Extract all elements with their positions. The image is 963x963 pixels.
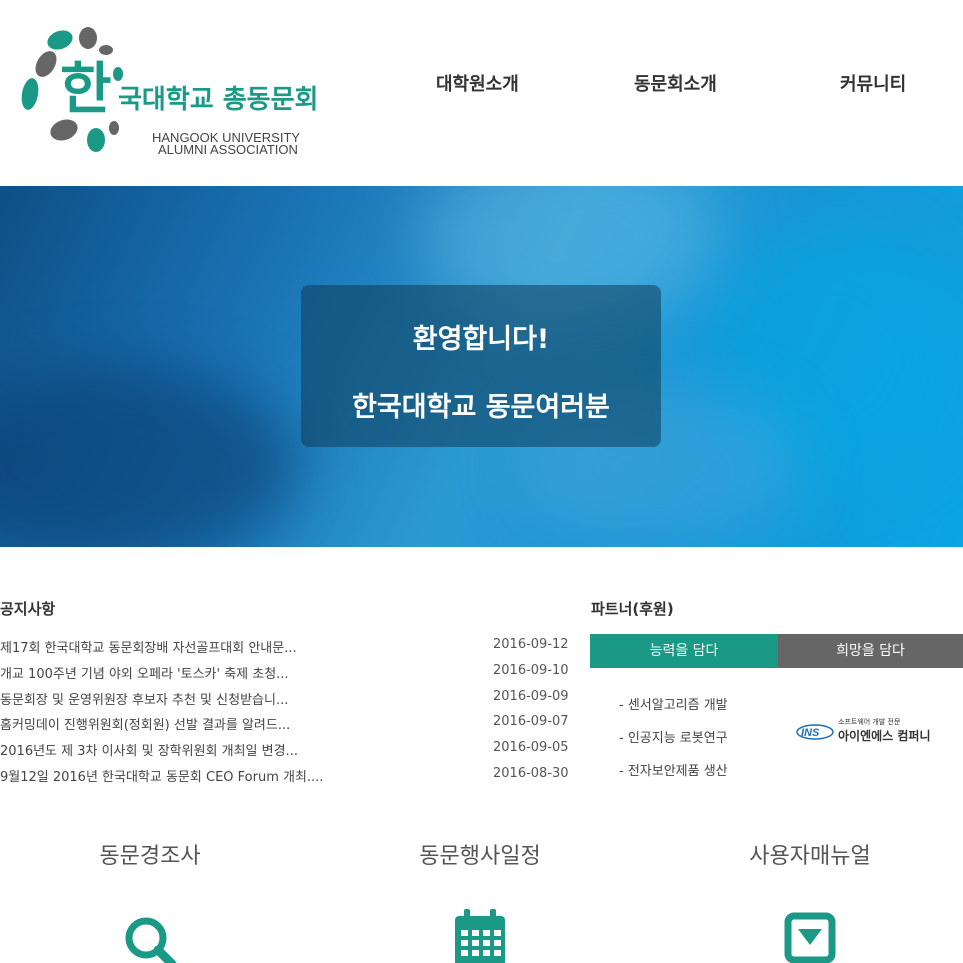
hero-message-card: 환영합니다! 한국대학교 동문여러분 bbox=[301, 285, 661, 447]
notice-item-title[interactable]: 홈커밍데이 진행위원회(정회원) 선발 결과를 알려드... bbox=[0, 714, 360, 733]
notice-item[interactable]: 9월12일 2016년 한국대학교 동문회 CEO Forum 개최.... 2… bbox=[0, 762, 575, 788]
download-icon[interactable] bbox=[784, 912, 836, 963]
notice-item[interactable]: 개교 100주년 기념 야외 오페라 '토스카' 축제 초청... 2016-0… bbox=[0, 659, 575, 685]
hero-welcome-text: 환영합니다! bbox=[412, 324, 550, 355]
partner-title: 파트너(후원) bbox=[591, 600, 674, 618]
notice-item-title[interactable]: 동문회장 및 운영위원장 후보자 추천 및 신청받습니... bbox=[0, 689, 360, 708]
ins-badge-text: INS bbox=[801, 727, 820, 739]
notice-item-date: 2016-09-09 bbox=[493, 688, 569, 704]
tab-ability[interactable]: 능력을 담다 bbox=[590, 634, 778, 668]
partner-tabs: 능력을 담다 희망을 담다 bbox=[590, 634, 963, 668]
ins-badge-icon: INS bbox=[796, 724, 834, 740]
notice-item-title[interactable]: 개교 100주년 기념 야외 오페라 '토스카' 축제 초청... bbox=[0, 663, 360, 682]
notice-item[interactable]: 2016년도 제 3차 이사회 및 장학위원회 개최일 변경... 2016-0… bbox=[0, 736, 575, 762]
partner-list: - 센서알고리즘 개발 - 인공지능 로봇연구 - 전자보안제품 생산 bbox=[619, 694, 728, 793]
tab-hope[interactable]: 희망을 담다 bbox=[778, 634, 963, 668]
notice-list: 제17회 한국대학교 동문회장배 자선골프대회 안내문... 2016-09-1… bbox=[0, 633, 575, 788]
quick-link-condolences[interactable]: 동문경조사 bbox=[30, 838, 270, 870]
notice-item-title[interactable]: 제17회 한국대학교 동문회장배 자선골프대회 안내문... bbox=[0, 637, 360, 656]
hero-alumni-text: 한국대학교 동문여러분 bbox=[352, 392, 610, 423]
logo-english-line2: ALUMNI ASSOCIATION bbox=[158, 142, 298, 157]
partner-list-item: - 센서알고리즘 개발 bbox=[619, 698, 728, 713]
notice-item-date: 2016-09-07 bbox=[493, 714, 569, 730]
main-nav: 대학원소개 동문회소개 커뮤니티 bbox=[0, 70, 963, 104]
notice-item-date: 2016-08-30 bbox=[493, 765, 569, 781]
notice-item-date: 2016-09-05 bbox=[493, 740, 569, 756]
partner-list-item: - 전자보안제품 생산 bbox=[619, 764, 728, 779]
quick-link-user-manual[interactable]: 사용자매뉴얼 bbox=[690, 838, 930, 870]
partner-company-tagline: 소프트웨어 개발 전문 bbox=[838, 718, 901, 726]
nav-item-graduate[interactable]: 대학원소개 bbox=[436, 70, 519, 96]
notice-item[interactable]: 홈커밍데이 진행위원회(정회원) 선발 결과를 알려드... 2016-09-0… bbox=[0, 710, 575, 736]
notice-item-title[interactable]: 9월12일 2016년 한국대학교 동문회 CEO Forum 개최.... bbox=[0, 766, 360, 785]
hero-banner: 환영합니다! 한국대학교 동문여러분 bbox=[0, 186, 963, 547]
notice-item-date: 2016-09-10 bbox=[493, 662, 569, 678]
partner-list-item: - 인공지능 로봇연구 bbox=[619, 731, 728, 746]
site-header: 한 국대학교 총동문회 HANGOOK UNIVERSITY ALUMNI AS… bbox=[0, 0, 963, 186]
quick-link-event-schedule[interactable]: 동문행사일정 bbox=[360, 838, 600, 870]
calendar-icon[interactable] bbox=[452, 908, 508, 963]
notice-item-title[interactable]: 2016년도 제 3차 이사회 및 장학위원회 개최일 변경... bbox=[0, 740, 360, 759]
notice-item-date: 2016-09-12 bbox=[493, 637, 569, 652]
partner-company-name: 아이엔에스 컴퍼니 bbox=[838, 729, 931, 743]
nav-item-alumni[interactable]: 동문회소개 bbox=[634, 70, 717, 96]
search-icon[interactable] bbox=[120, 912, 180, 963]
notice-item[interactable]: 동문회장 및 운영위원장 후보자 추천 및 신청받습니... 2016-09-0… bbox=[0, 685, 575, 711]
notice-item[interactable]: 제17회 한국대학교 동문회장배 자선골프대회 안내문... 2016-09-1… bbox=[0, 633, 575, 659]
notice-title: 공지사항 bbox=[0, 600, 56, 618]
nav-item-community[interactable]: 커뮤니티 bbox=[840, 70, 906, 96]
